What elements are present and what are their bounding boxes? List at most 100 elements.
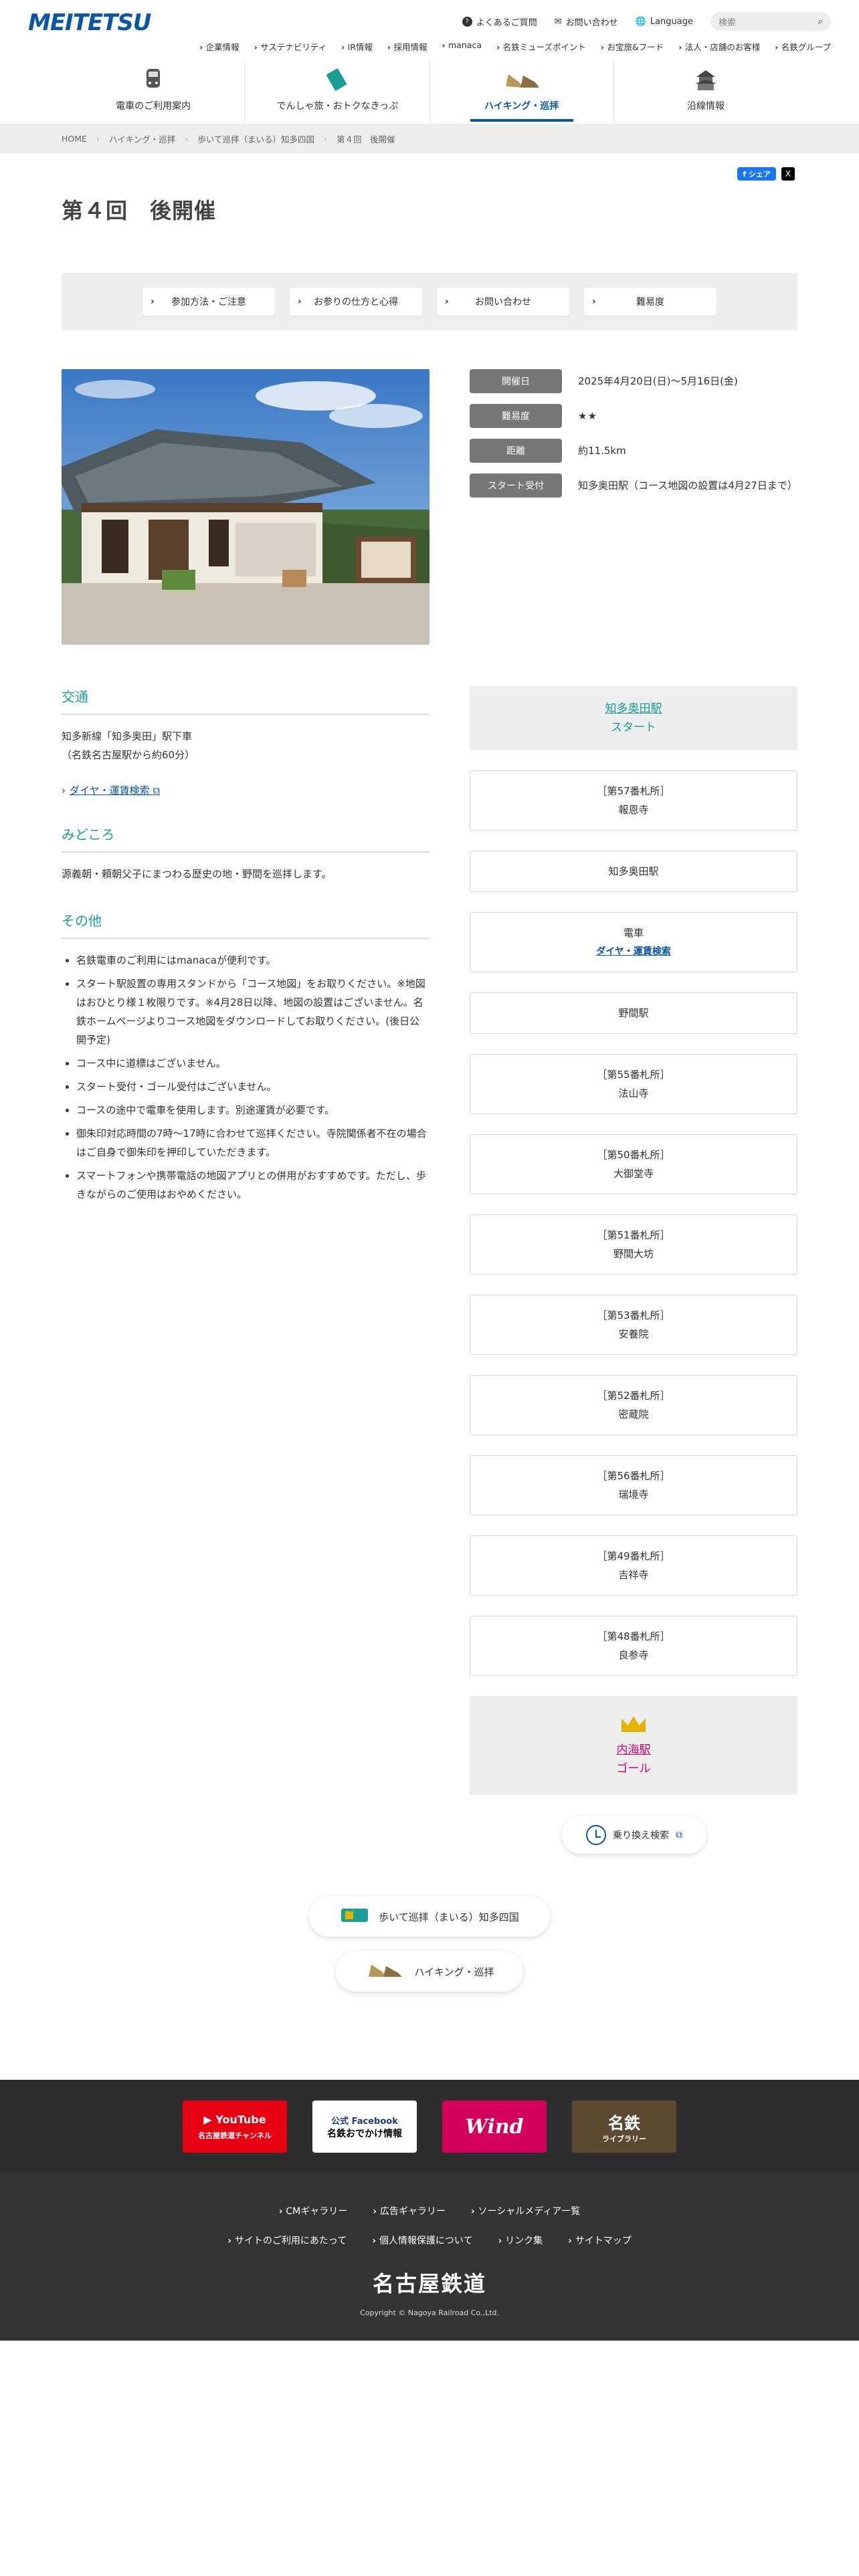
search-placeholder: 検索: [719, 17, 737, 28]
footer-link[interactable]: サイトのご利用にあたって: [227, 2234, 347, 2247]
route-timetable-link[interactable]: ダイヤ・運賃検索: [470, 942, 797, 961]
timetable-fare-link[interactable]: ダイヤ・運賃検索 ⧉: [62, 783, 160, 797]
logo-text: MEITETSU: [28, 9, 151, 36]
info-distance-row: 距離 約11.5km: [470, 439, 797, 463]
course-route: 知多奥田駅 スタート ［第57番札所］ 報恩寺 知多奥田駅 電車 ダイヤ・運賃検索 …: [470, 686, 797, 1815]
main-nav: 電車のご利用案内 でんしゃ旅・おトクなきっぷ ハイキング・巡拝 沿線情報: [62, 62, 797, 122]
route-stop: ［第51番札所］ 野間大坊: [470, 1214, 797, 1275]
footer-link[interactable]: ソーシャルメディア一覧: [471, 2204, 581, 2218]
list-item: スタート受付・ゴール受付はございません。: [76, 1077, 430, 1096]
route-train: 電車 ダイヤ・運賃検索: [470, 912, 797, 972]
nav-ticket-travel[interactable]: でんしゃ旅・おトクなきっぷ: [246, 62, 430, 122]
nav-label: 電車のご利用案内: [116, 101, 191, 112]
footer-links-row: CMギャラリー 広告ギャラリー ソーシャルメディア一覧: [0, 2173, 859, 2218]
library-banner[interactable]: 名鉄 ライブラリー: [572, 2101, 676, 2153]
start-station-link[interactable]: 知多奥田駅: [470, 700, 797, 718]
breadcrumb-item[interactable]: ハイキング・巡拝: [109, 132, 175, 145]
nav-label: ハイキング・巡拝: [484, 101, 559, 112]
stop-number: ［第57番札所］: [597, 785, 670, 797]
corporate-subnav: 企業情報 サステナビリティ IR情報 採用情報 manaca 名鉄ミューズポイン…: [199, 40, 831, 53]
info-tag: 距離: [470, 439, 562, 463]
contact-link[interactable]: ✉ お問い合わせ: [555, 15, 618, 28]
difficulty-stars: ★★: [578, 410, 597, 422]
x-share-button[interactable]: X: [781, 167, 795, 181]
stop-number: ［第52番札所］: [597, 1390, 670, 1402]
search-icon[interactable]: ⌕: [818, 17, 823, 27]
shoes-icon: [430, 67, 613, 92]
youtube-banner[interactable]: ▶ YouTube 名古屋鉄道チャンネル: [183, 2101, 287, 2153]
facebook-share-label: シェア: [749, 170, 771, 179]
footer-links-row: サイトのご利用にあたって 個人情報保護について リンク集 サイトマップ: [0, 2218, 859, 2247]
youtube-icon: ▶ YouTube: [203, 2113, 266, 2126]
facebook-icon: f: [743, 170, 749, 179]
subnav-item[interactable]: IR情報: [341, 40, 373, 53]
question-icon: ?: [462, 16, 472, 27]
anchor-participation[interactable]: 参加方法・ご注意: [142, 288, 275, 316]
transfer-search-button[interactable]: 乗り換え検索 ⧉: [562, 1816, 706, 1854]
subnav-item[interactable]: 採用情報: [387, 40, 427, 53]
anchor-links: 参加方法・ご注意 お参りの仕方と心得 お問い合わせ 難易度: [62, 273, 797, 330]
nav-line-info[interactable]: 沿線情報: [614, 62, 797, 122]
nav-hiking[interactable]: ハイキング・巡拝: [430, 62, 614, 122]
subnav-item[interactable]: 法人・店舗のお客様: [678, 40, 761, 53]
anchor-difficulty[interactable]: 難易度: [584, 288, 717, 316]
page-title: 第４回 後開催: [62, 198, 217, 223]
shoes-icon: [365, 1961, 405, 1982]
goal-station-link[interactable]: 内海駅: [470, 1741, 797, 1759]
search-input[interactable]: 検索 ⌕: [710, 12, 831, 31]
subnav-item[interactable]: 名鉄ミューズポイント: [496, 40, 586, 53]
route-stop: ［第52番札所］ 密蔵院: [470, 1375, 797, 1435]
chevron-right-icon: ›: [185, 133, 189, 144]
route-start: 知多奥田駅 スタート: [470, 686, 797, 750]
breadcrumb-home[interactable]: HOME: [62, 134, 87, 144]
anchor-contact[interactable]: お問い合わせ: [437, 288, 569, 316]
clock-icon: [586, 1825, 606, 1845]
timetable-link-label: ダイヤ・運賃検索: [70, 784, 150, 796]
breadcrumb-current: 第４回 後開催: [336, 134, 395, 144]
footer-link[interactable]: 個人情報保護について: [372, 2234, 473, 2247]
footer-link[interactable]: CMギャラリー: [279, 2204, 347, 2218]
goal-label: ゴール: [616, 1761, 651, 1776]
pilgrimage-link-label: 歩いて巡拝（まいる）知多四国: [379, 1911, 519, 1923]
facebook-banner[interactable]: 公式 Facebook 名鉄おでかけ情報: [312, 2101, 417, 2153]
wind-banner[interactable]: Wind: [442, 2101, 547, 2153]
youtube-title: YouTube: [215, 2113, 266, 2126]
footer-link[interactable]: サイトマップ: [568, 2234, 632, 2247]
route-stop: ［第56番札所］ 瑞境寺: [470, 1455, 797, 1515]
library-title: 名鉄: [608, 2113, 640, 2133]
info-start-row: スタート受付 知多奥田駅（コース地図の設置は4月27日まで）: [470, 473, 797, 498]
facebook-share-button[interactable]: f シェア: [737, 167, 776, 181]
subnav-item[interactable]: お宝旅&フード: [601, 40, 664, 53]
wind-title: Wind: [465, 2115, 524, 2139]
stop-name: 瑞境寺: [618, 1489, 649, 1501]
breadcrumb-item[interactable]: 歩いて巡拝（まいる）知多四国: [197, 132, 314, 145]
subnav-item[interactable]: サステナビリティ: [254, 40, 326, 53]
site-header: MEITETSU ? よくあるご質問 ✉ お問い合わせ 🌐 Language 検索 ⌕ …: [0, 0, 859, 124]
meitetsu-logo[interactable]: MEITETSU: [28, 9, 151, 36]
access-line: （名鉄名古屋駅から約60分）: [62, 749, 195, 761]
stop-number: ［第55番札所］: [597, 1069, 670, 1081]
stop-name: 密蔵院: [618, 1408, 649, 1420]
info-tag: 難易度: [470, 404, 562, 428]
language-label: Language: [650, 16, 693, 27]
hiking-link-button[interactable]: ハイキング・巡拝: [336, 1951, 523, 1992]
breadcrumb: HOME › ハイキング・巡拝 › 歩いて巡拝（まいる）知多四国 › 第４回 後開催: [0, 124, 859, 153]
list-item: スタート駅設置の専用スタンドから「コース地図」をお取りください。※地図はおひとり…: [76, 974, 430, 1049]
subnav-item[interactable]: 名鉄グループ: [775, 40, 831, 53]
stop-name: 野間大坊: [613, 1248, 654, 1260]
anchor-worship-manners[interactable]: お参りの仕方と心得: [290, 288, 422, 316]
language-link[interactable]: 🌐 Language: [636, 17, 693, 27]
info-date-value: 2025年4月20日(日)～5月16日(金): [578, 375, 738, 387]
subnav-item[interactable]: manaca: [442, 40, 482, 53]
faq-link[interactable]: ? よくあるご質問: [462, 15, 537, 28]
route-stop: ［第55番札所］ 法山寺: [470, 1054, 797, 1114]
info-difficulty-row: 難易度 ★★: [470, 404, 797, 428]
pilgrimage-link-button[interactable]: 歩いて巡拝（まいる）知多四国: [309, 1897, 550, 1937]
notes-list: 名鉄電車のご利用にはmanacaが便利です。 スタート駅設置の専用スタンドから「…: [62, 951, 430, 1204]
nav-train-guide[interactable]: 電車のご利用案内: [62, 62, 246, 122]
subnav-item[interactable]: 企業情報: [199, 40, 240, 53]
company-logo[interactable]: 名古屋鉄道: [0, 2267, 859, 2298]
footer-link[interactable]: 広告ギャラリー: [373, 2204, 446, 2218]
share-buttons: f シェア X: [737, 167, 795, 181]
footer-link[interactable]: リンク集: [498, 2234, 543, 2247]
